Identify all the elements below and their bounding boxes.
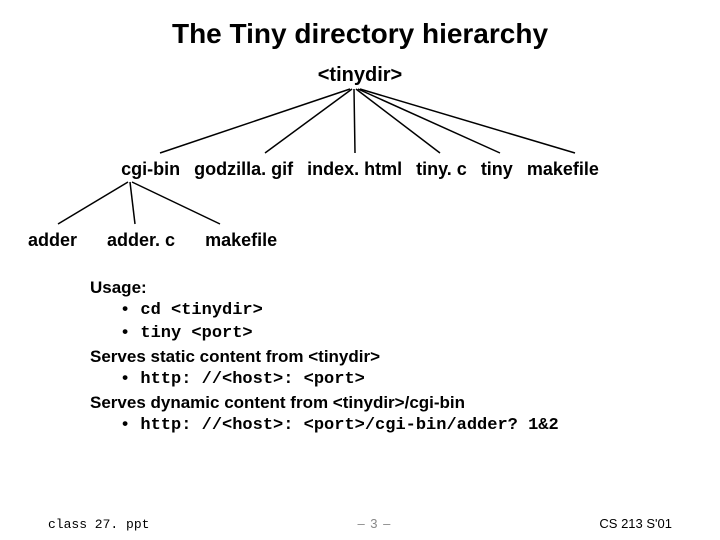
node-tinyc: tiny. c [416, 159, 467, 180]
node-godzilla: godzilla. gif [194, 159, 293, 180]
static-heading: Serves static content from <tinydir> [90, 346, 720, 369]
footer-course: CS 213 S'01 [599, 516, 672, 531]
node-adderc: adder. c [107, 230, 175, 251]
tree-connectors-level1 [50, 87, 670, 157]
footer-page: – 3 – [357, 516, 391, 531]
node-adder: adder [28, 230, 77, 251]
usage-block: Usage: cd <tinydir> tiny <port> Serves s… [90, 277, 720, 438]
slide-title: The Tiny directory hierarchy [0, 0, 720, 50]
dynamic-url: http: //<host>: <port>/cgi-bin/adder? 1&… [120, 415, 720, 438]
tree-level2: adder adder. c makefile [28, 230, 720, 251]
node-index: index. html [307, 159, 402, 180]
usage-tiny: tiny <port> [120, 323, 720, 346]
node-tiny: tiny [481, 159, 513, 180]
usage-cd: cd <tinydir> [120, 300, 720, 323]
slide-footer: class 27. ppt – 3 – CS 213 S'01 [0, 516, 720, 532]
tree-level1: cgi-bin godzilla. gif index. html tiny. … [0, 159, 720, 180]
footer-filename: class 27. ppt [48, 517, 149, 532]
node-makefile1: makefile [527, 159, 599, 180]
static-url: http: //<host>: <port> [120, 369, 720, 392]
node-makefile2: makefile [205, 230, 277, 251]
dynamic-heading: Serves dynamic content from <tinydir>/cg… [90, 392, 720, 415]
tree-connectors-level2 [20, 180, 640, 228]
node-cgi-bin: cgi-bin [121, 159, 180, 180]
usage-heading: Usage: [90, 277, 720, 300]
tree-root: <tinydir> [0, 64, 720, 87]
